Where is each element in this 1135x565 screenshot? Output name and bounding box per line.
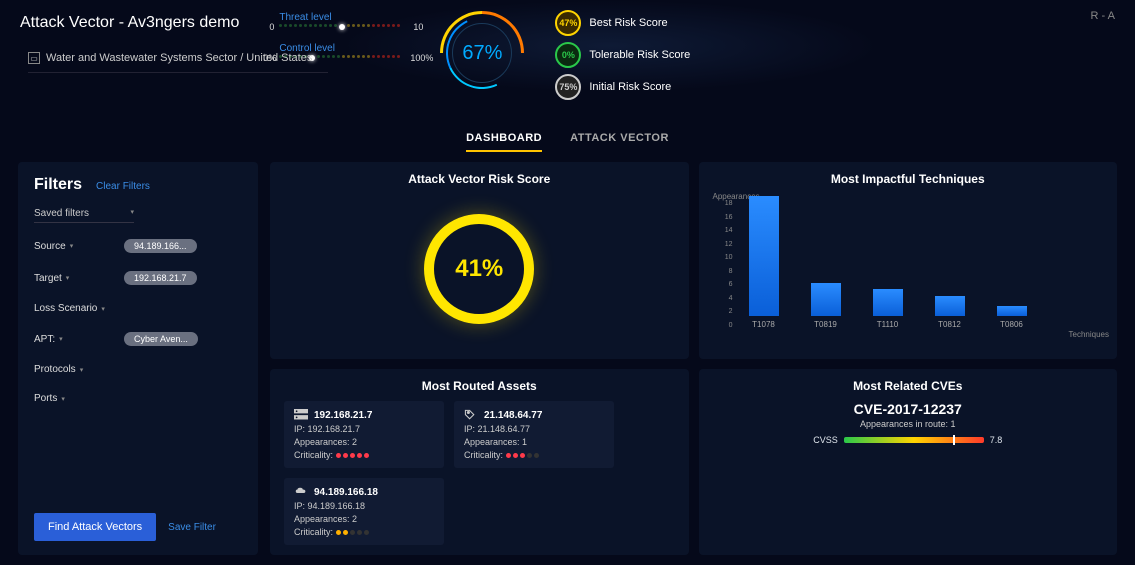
asset-card[interactable]: 192.168.21.7IP: 192.168.21.7Appearances:…: [284, 401, 444, 468]
techniques-card: Most Impactful Techniques Appearances 18…: [699, 162, 1118, 359]
chart-bar[interactable]: [811, 283, 841, 316]
cve-id[interactable]: CVE-2017-12237: [713, 401, 1104, 417]
risk-score-donut: 41%: [424, 214, 534, 324]
chevron-down-icon: ▾: [61, 395, 65, 403]
chart-bar[interactable]: [749, 196, 779, 316]
asset-icon: [294, 409, 308, 421]
score-bubble: 75%: [555, 74, 581, 100]
saved-filters-select[interactable]: Saved filters▾: [34, 208, 134, 223]
criticality-dots: [336, 530, 369, 535]
chevron-down-icon: ▾: [66, 274, 70, 282]
cves-card: Most Related CVEs CVE-2017-12237 Appeara…: [699, 369, 1118, 555]
asset-card[interactable]: 21.148.64.77IP: 21.148.64.77Appearances:…: [454, 401, 614, 468]
page-title: Attack Vector - Av3ngers demo: [20, 8, 239, 32]
asset-icon: [294, 486, 308, 498]
chevron-down-icon: ▾: [80, 366, 84, 374]
cvss-bar: [844, 437, 984, 443]
assets-card: Most Routed Assets 192.168.21.7IP: 192.1…: [270, 369, 689, 555]
save-filter-link[interactable]: Save Filter: [168, 522, 216, 533]
chart-bar[interactable]: [873, 289, 903, 316]
chevron-down-icon: ▾: [130, 208, 134, 219]
chevron-down-icon: ▾: [59, 335, 63, 343]
clear-filters-link[interactable]: Clear Filters: [96, 181, 150, 192]
filters-panel: Filters Clear Filters Saved filters▾ Sou…: [18, 162, 258, 555]
find-attack-vectors-button[interactable]: Find Attack Vectors: [34, 513, 156, 541]
risk-score-card: Attack Vector Risk Score 41%: [270, 162, 689, 359]
chart-bar[interactable]: [997, 306, 1027, 316]
chart-bar[interactable]: [935, 296, 965, 316]
sector-icon: ▭: [28, 52, 40, 64]
score-label: Best Risk Score: [589, 17, 667, 29]
ra-label: R - A: [1091, 10, 1115, 22]
bar-label: T0819: [814, 320, 837, 329]
bar-label: T0806: [1000, 320, 1023, 329]
bar-label: T0812: [938, 320, 961, 329]
breadcrumb[interactable]: ▭ Water and Wastewater Systems Sector / …: [28, 52, 312, 64]
filter-pill[interactable]: 94.189.166...: [124, 239, 197, 253]
asset-card[interactable]: 94.189.166.18IP: 94.189.166.18Appearance…: [284, 478, 444, 545]
filter-label[interactable]: APT: ▾: [34, 334, 124, 345]
filter-label[interactable]: Ports ▾: [34, 393, 124, 404]
score-bubble: 0%: [555, 42, 581, 68]
filters-title: Filters: [34, 176, 82, 194]
threat-level-meter: 0 10: [279, 25, 409, 29]
score-row: 47% Best Risk Score: [555, 10, 690, 36]
filter-pill[interactable]: Cyber Aven...: [124, 332, 198, 346]
score-bubble: 47%: [555, 10, 581, 36]
chevron-down-icon: ▾: [101, 305, 105, 313]
filter-label[interactable]: Protocols ▾: [34, 364, 124, 375]
criticality-dots: [336, 453, 369, 458]
tab-attack-vector[interactable]: ATTACK VECTOR: [570, 132, 669, 152]
risk-gauge: 67%: [437, 8, 527, 98]
threat-level-label: Threat level: [279, 12, 409, 23]
chevron-down-icon: ▾: [70, 242, 74, 250]
tab-dashboard[interactable]: DASHBOARD: [466, 132, 542, 152]
bar-label: T1078: [752, 320, 775, 329]
score-row: 75% Initial Risk Score: [555, 74, 690, 100]
bar-label: T1110: [877, 320, 899, 329]
filter-label[interactable]: Loss Scenario ▾: [34, 303, 124, 314]
filter-pill[interactable]: 192.168.21.7: [124, 271, 197, 285]
asset-icon: [464, 409, 478, 421]
filter-label[interactable]: Source ▾: [34, 241, 124, 252]
score-label: Tolerable Risk Score: [589, 49, 690, 61]
score-label: Initial Risk Score: [589, 81, 671, 93]
score-row: 0% Tolerable Risk Score: [555, 42, 690, 68]
filter-label[interactable]: Target ▾: [34, 273, 124, 284]
criticality-dots: [506, 453, 539, 458]
